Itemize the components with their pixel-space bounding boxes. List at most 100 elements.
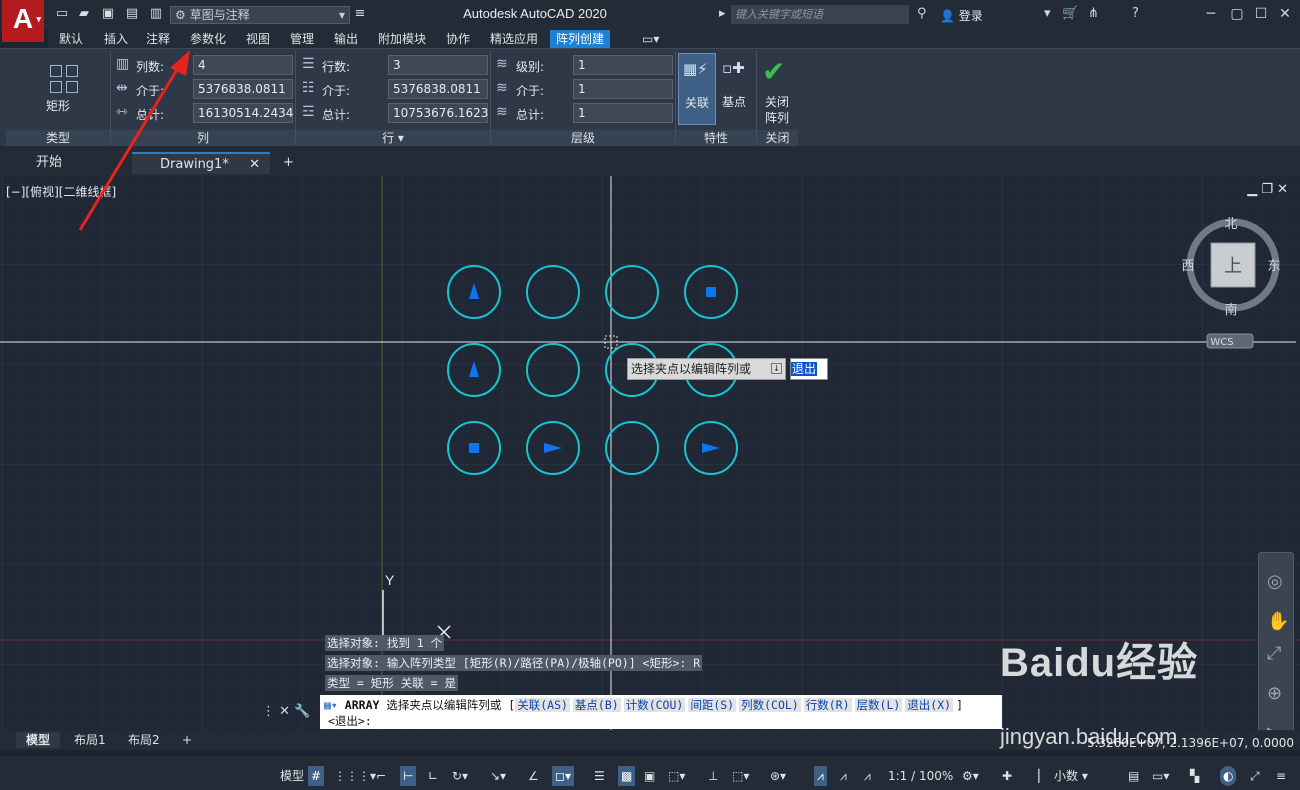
- expand-arrow-icon[interactable]: ▸: [719, 6, 726, 21]
- transparency-icon[interactable]: ▩: [618, 766, 636, 786]
- option-rows[interactable]: 行数(R): [803, 698, 852, 712]
- object-snap-icon[interactable]: ◻▾: [552, 766, 574, 786]
- restore-button[interactable]: ▢: [1226, 4, 1248, 24]
- model-space-button[interactable]: 模型: [280, 766, 304, 786]
- command-line[interactable]: ▦▾ ARRAY 选择夹点以编辑阵列或 [关联(AS) 基点(B) 计数(COU) 间…: [320, 695, 1002, 729]
- close-button[interactable]: ✕: [1274, 4, 1296, 24]
- tab-featured-apps[interactable]: 精选应用: [484, 30, 544, 48]
- close-commandline-icon[interactable]: ✕: [279, 704, 290, 719]
- pan-hand-icon[interactable]: ✋: [1267, 611, 1289, 632]
- hardware-acceleration-icon[interactable]: ◐: [1220, 766, 1237, 786]
- tab-drawing1[interactable]: Drawing1* ✕: [132, 152, 270, 174]
- tab-default[interactable]: 默认: [53, 30, 89, 48]
- exit-option-selected[interactable]: 退出: [791, 362, 818, 376]
- polar-tracking-icon[interactable]: ↻▾: [452, 766, 468, 786]
- option-associative[interactable]: 关联(AS): [515, 698, 570, 712]
- tab-output[interactable]: 输出: [328, 30, 364, 48]
- tab-addins[interactable]: 附加模块: [372, 30, 432, 48]
- workspace-select[interactable]: ⚙ 草图与注释 ▾: [170, 6, 350, 24]
- minimize-button[interactable]: ─: [1200, 4, 1222, 24]
- compass-south[interactable]: 南: [1224, 302, 1237, 318]
- tab-array-creation[interactable]: 阵列创建: [550, 30, 611, 48]
- help-icon[interactable]: ?: [1132, 6, 1139, 21]
- annotation-visibility-icon[interactable]: ⩘: [814, 766, 827, 786]
- units-select[interactable]: 小数 ▾: [1046, 766, 1122, 786]
- workspace-switch-gear-icon[interactable]: ⚙▾: [962, 766, 979, 786]
- quick-properties-icon[interactable]: ▤: [1128, 766, 1139, 786]
- selection-filter-icon[interactable]: ⬚▾: [732, 766, 749, 786]
- 3d-osnap-icon[interactable]: ⬚▾: [668, 766, 685, 786]
- tab-annotate[interactable]: 注释: [140, 30, 176, 48]
- tab-manage[interactable]: 管理: [284, 30, 320, 48]
- lineweight-icon[interactable]: ☰: [594, 766, 605, 786]
- sign-in-button[interactable]: 👤 登录: [940, 7, 983, 24]
- annotation-scale-icon[interactable]: ⩘: [864, 766, 871, 786]
- snap-mode-icon[interactable]: ⋮⋮⋮▾: [334, 766, 376, 786]
- dynamic-input-icon[interactable]: ⊢: [400, 766, 417, 786]
- new-file-icon[interactable]: ▭: [54, 6, 70, 22]
- close-tab-icon[interactable]: ✕: [249, 154, 260, 176]
- login-dropdown-icon[interactable]: ▾: [1044, 6, 1051, 21]
- base-point-button[interactable]: ▫✚ 基点: [718, 53, 754, 125]
- compass-east[interactable]: 东: [1267, 259, 1280, 274]
- object-snap-tracking-icon[interactable]: ∠: [528, 766, 539, 786]
- open-folder-icon[interactable]: ▰: [76, 6, 92, 22]
- isolate-objects-icon[interactable]: ▚: [1190, 766, 1199, 786]
- rows-between-input[interactable]: 5376838.0811: [388, 79, 488, 99]
- steering-wheel-icon[interactable]: ◎: [1267, 571, 1283, 592]
- annotation-monitor-icon[interactable]: ✚: [1002, 766, 1012, 786]
- tab-start[interactable]: 开始: [8, 152, 138, 174]
- cart-icon[interactable]: 🛒: [1062, 6, 1078, 21]
- grid-display-icon[interactable]: #: [308, 766, 325, 786]
- close-array-button[interactable]: ✔ 关闭 阵列: [758, 53, 798, 127]
- units-icon[interactable]: ▕: [1030, 766, 1039, 786]
- customize-quick-access-icon[interactable]: ≡: [352, 6, 368, 22]
- rectangular-array-button[interactable]: 矩形: [8, 49, 108, 129]
- options-down-icon[interactable]: ↓: [771, 363, 782, 374]
- gizmo-icon[interactable]: ⊛▾: [770, 766, 786, 786]
- showmotion-icon[interactable]: ▶: [1267, 723, 1281, 730]
- grip-handle-icon[interactable]: ⋮: [262, 704, 275, 719]
- network-icon[interactable]: ⋔: [1088, 6, 1099, 21]
- viewport-controls-label[interactable]: [−][俯视][二维线框]: [6, 183, 116, 200]
- clean-screen-icon[interactable]: ⤢: [1250, 766, 1260, 786]
- isometric-drafting-icon[interactable]: ↘▾: [490, 766, 506, 786]
- tab-collaborate[interactable]: 协作: [440, 30, 476, 48]
- dynamic-ucs-icon[interactable]: ⊥: [708, 766, 718, 786]
- save-as-icon[interactable]: ▤: [124, 6, 140, 22]
- ortho-mode-icon[interactable]: ∟: [428, 766, 438, 786]
- application-menu-button[interactable]: A ▾: [2, 0, 44, 42]
- levels-total-input[interactable]: 1: [573, 103, 673, 123]
- command-line-controls[interactable]: ⋮ ✕ 🔧: [262, 704, 310, 719]
- binoculars-icon[interactable]: ⚲: [917, 6, 927, 21]
- rows-count-input[interactable]: 3: [388, 55, 488, 75]
- recent-commands-icon[interactable]: ▦▾: [324, 698, 338, 712]
- orbit-icon[interactable]: ⊕: [1267, 683, 1282, 704]
- compass-north[interactable]: 北: [1224, 217, 1237, 232]
- tab-layout1[interactable]: 布局1: [64, 732, 116, 748]
- dynamic-input-field[interactable]: 退出: [790, 358, 828, 380]
- tab-parametric[interactable]: 参数化: [184, 30, 232, 48]
- add-layout-button[interactable]: +: [172, 732, 202, 748]
- tab-insert[interactable]: 插入: [98, 30, 134, 48]
- associative-button[interactable]: ▦⚡ 关联: [678, 53, 716, 125]
- selection-cycling-icon[interactable]: ▣: [644, 766, 655, 786]
- auto-scale-icon[interactable]: ⩘: [840, 766, 847, 786]
- levels-count-input[interactable]: 1: [573, 55, 673, 75]
- columns-total-input[interactable]: 16130514.2434: [193, 103, 293, 123]
- annotation-scale-value[interactable]: 1:1 / 100%: [888, 766, 953, 786]
- infer-constraints-icon[interactable]: ⌐: [376, 766, 386, 786]
- option-base-point[interactable]: 基点(B): [572, 698, 621, 712]
- search-input[interactable]: 键入关键字或短语: [731, 5, 909, 24]
- ribbon-toggle-icon[interactable]: ▭▾: [636, 30, 665, 48]
- option-exit[interactable]: 退出(X): [905, 698, 954, 712]
- command-prompt-line[interactable]: ▦▾ ARRAY 选择夹点以编辑阵列或 [关联(AS) 基点(B) 计数(COU) 间…: [324, 697, 963, 713]
- viewport-window-controls[interactable]: ▁ ❐ ✕: [1247, 182, 1288, 197]
- tab-layout2[interactable]: 布局2: [118, 732, 170, 748]
- levels-between-input[interactable]: 1: [573, 79, 673, 99]
- zoom-extents-icon[interactable]: ⤢: [1267, 643, 1281, 664]
- plot-icon[interactable]: ▥: [148, 6, 164, 22]
- panel-title-rows[interactable]: 行 ▾: [296, 130, 490, 146]
- compass-west[interactable]: 西: [1181, 259, 1194, 274]
- customization-icon[interactable]: ≡: [1276, 766, 1286, 786]
